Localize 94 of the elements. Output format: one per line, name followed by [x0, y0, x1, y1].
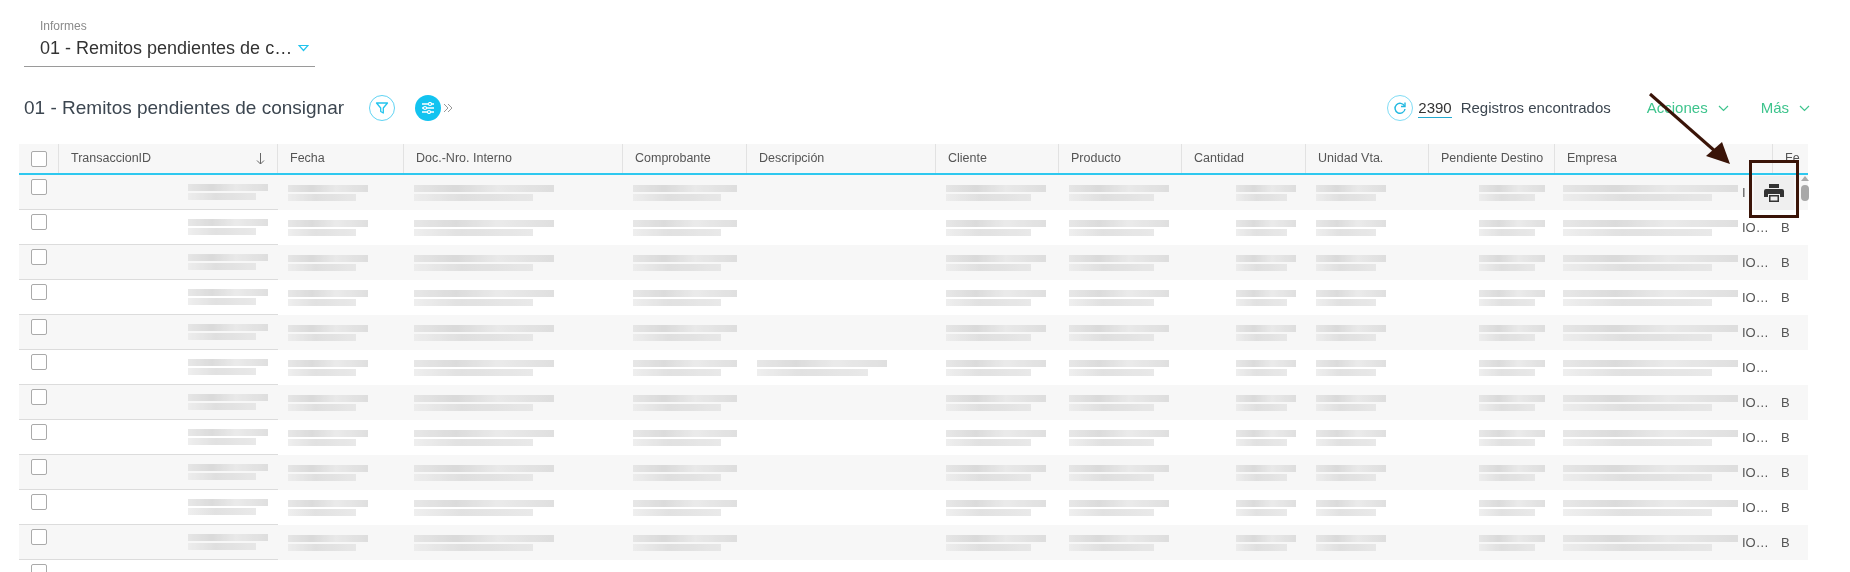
blurred-text: [1316, 254, 1386, 271]
blurred-text: [1479, 219, 1545, 236]
table-cell-text: B: [1781, 533, 1790, 552]
table-cell-text: IO…: [1742, 218, 1769, 237]
table-cell-text: B: [1781, 428, 1790, 447]
sliders-icon: [421, 102, 436, 114]
checkbox[interactable]: [30, 150, 47, 167]
blurred-text: [1316, 184, 1386, 201]
checkbox[interactable]: [31, 179, 47, 195]
checkbox[interactable]: [31, 319, 47, 335]
blurred-text: [1479, 429, 1545, 446]
print-button[interactable]: [1754, 176, 1794, 210]
column-header[interactable]: Doc.-Nro. Interno: [404, 144, 623, 173]
sort-arrow-icon: [256, 152, 265, 165]
table-cell-text: B: [1781, 253, 1790, 272]
checkbox[interactable]: [31, 389, 47, 405]
checkbox[interactable]: [31, 284, 47, 300]
blurred-text: [1479, 534, 1545, 551]
checkbox[interactable]: [31, 249, 47, 265]
column-header[interactable]: Cantidad: [1182, 144, 1306, 173]
highlight-frame: [1749, 160, 1799, 218]
report-dropdown[interactable]: 01 - Remitos pendientes de c…: [24, 34, 315, 62]
table-cell-text: IO…: [1742, 428, 1769, 447]
column-header[interactable]: Descripción: [747, 144, 936, 173]
blurred-text: [1479, 359, 1545, 376]
table-cell-text: IO…: [1742, 358, 1769, 377]
scrollbar-thumb[interactable]: [1801, 185, 1809, 201]
checkbox[interactable]: [31, 424, 47, 440]
blurred-text: [1316, 499, 1386, 516]
column-header[interactable]: Producto: [1059, 144, 1182, 173]
blurred-text: [1316, 324, 1386, 341]
blurred-text: [1479, 254, 1545, 271]
column-header[interactable]: Fecha: [278, 144, 404, 173]
blurred-text: [1236, 429, 1296, 446]
table-cell-text: B: [1781, 463, 1790, 482]
blurred-text: [1479, 324, 1545, 341]
column-header[interactable]: Comprobante: [623, 144, 747, 173]
table-cell-text: IO…: [1742, 393, 1769, 412]
table-cell-text: IO…: [1742, 323, 1769, 342]
blurred-text: [1316, 394, 1386, 411]
records-found-label: Registros encontrados: [1460, 97, 1611, 118]
blurred-text: [1316, 219, 1386, 236]
blurred-text: [1316, 534, 1386, 551]
blurred-text: [1236, 359, 1296, 376]
table-cell-text: IO…: [1742, 463, 1769, 482]
table-cell-text: IO…: [1742, 288, 1769, 307]
blurred-text: [1479, 464, 1545, 481]
blurred-text: [1236, 499, 1296, 516]
scroll-up-arrow-icon[interactable]: [1801, 176, 1809, 181]
table-cell-text: B: [1781, 323, 1790, 342]
blurred-text: [1236, 324, 1296, 341]
table-cell-text: B: [1781, 393, 1790, 412]
blurred-text: [1316, 359, 1386, 376]
checkbox[interactable]: [31, 529, 47, 545]
column-header[interactable]: Pendiente Destino: [1429, 144, 1555, 173]
blurred-text: [1236, 464, 1296, 481]
blurred-text: [1316, 464, 1386, 481]
blurred-text: [1236, 534, 1296, 551]
chevron-down-icon: [1799, 104, 1810, 112]
blurred-text: [1236, 289, 1296, 306]
blurred-text: [1236, 184, 1296, 201]
table-cell-text: IO…: [1742, 253, 1769, 272]
table-cell-text: IO…: [1742, 498, 1769, 517]
settings-button[interactable]: [415, 95, 442, 121]
checkbox[interactable]: [31, 459, 47, 475]
table-cell-text: IO…: [1742, 533, 1769, 552]
column-header[interactable]: Cliente: [936, 144, 1059, 173]
refresh-icon: [1393, 101, 1408, 115]
blurred-text: [1236, 219, 1296, 236]
chevron-down-icon: [1717, 104, 1729, 112]
table-cell-text: B: [1781, 288, 1790, 307]
record-count-link[interactable]: 2390: [1418, 98, 1452, 118]
blurred-text: [1479, 289, 1545, 306]
dropdown-caret-icon: [298, 44, 310, 52]
blurred-text: [1479, 499, 1545, 516]
table-cell-text: B: [1781, 498, 1790, 517]
checkbox[interactable]: [31, 214, 47, 230]
table-cell-text: B: [1781, 218, 1790, 237]
blurred-text: [1479, 394, 1545, 411]
blurred-text: [1316, 289, 1386, 306]
filter-icon: [375, 101, 390, 115]
blurred-text: [1236, 394, 1296, 411]
column-header[interactable]: TransaccionID: [59, 144, 278, 173]
checkbox[interactable]: [31, 354, 47, 370]
field-label: Informes: [39, 18, 88, 34]
checkbox[interactable]: [31, 494, 47, 510]
expand-chevrons-icon[interactable]: [443, 102, 454, 114]
printer-icon: [1764, 184, 1784, 202]
column-header[interactable]: Unidad Vta.: [1306, 144, 1429, 173]
blurred-text: [1236, 254, 1296, 271]
report-title: 01 - Remitos pendientes de consignar: [24, 95, 345, 120]
blurred-text: [1316, 429, 1386, 446]
table-cell-text: I: [1742, 183, 1746, 202]
blurred-text: [1479, 184, 1545, 201]
